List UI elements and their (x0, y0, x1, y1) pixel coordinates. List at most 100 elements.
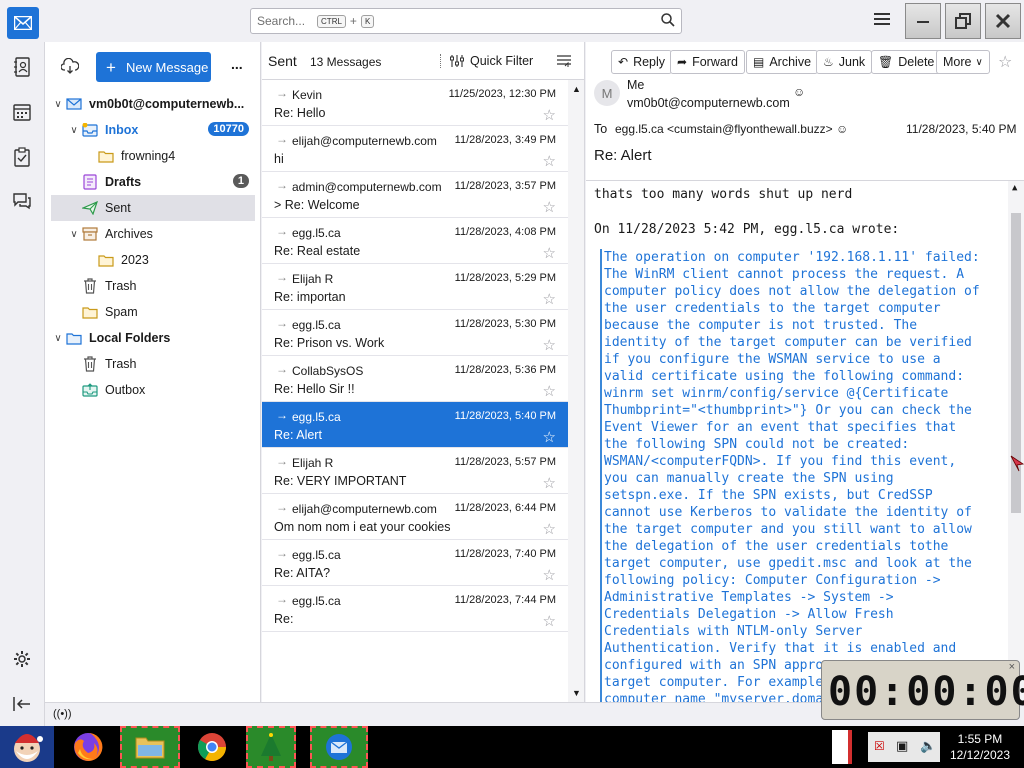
list-display-options-icon[interactable] (556, 54, 572, 71)
star-icon[interactable]: ☆ (543, 474, 556, 492)
tray-overflow-icon[interactable] (832, 730, 852, 764)
folder-trash[interactable]: Trash (51, 273, 255, 299)
timer-widget[interactable]: × 00:00:00 (821, 660, 1024, 720)
message-row[interactable]: → CollabSysOS 11/28/2023, 5:36 PM Re: Hello… (262, 356, 568, 402)
message-row[interactable]: → Elijah R 11/28/2023, 5:57 PM Re: VERY IMP… (262, 448, 568, 494)
christmas-tree-icon[interactable] (246, 726, 296, 768)
start-button[interactable] (0, 726, 54, 768)
star-icon[interactable]: ☆ (543, 244, 556, 262)
splitter-handle[interactable] (440, 54, 442, 68)
connection-status-icon[interactable]: ((•)) (53, 708, 72, 720)
message-row[interactable]: → egg.l5.ca 11/28/2023, 7:40 PM Re: AITA? ☆ (262, 540, 568, 586)
delete-button[interactable]: 🗑 Delete (871, 50, 942, 74)
star-icon[interactable]: ☆ (543, 152, 556, 170)
junk-flame-icon: ♨ (823, 55, 834, 69)
star-icon[interactable]: ☆ (543, 428, 556, 446)
settings-gear-icon[interactable] (10, 647, 34, 671)
message-sender: Kevin (292, 88, 323, 102)
get-messages-icon[interactable] (60, 57, 80, 77)
local-folders-row[interactable]: ∨ Local Folders (51, 325, 255, 351)
star-icon[interactable]: ☆ (543, 520, 556, 538)
minimize-button[interactable] (905, 3, 941, 39)
star-icon[interactable]: ☆ (998, 52, 1012, 72)
chat-icon[interactable] (10, 189, 34, 213)
thunderbird-taskbar-icon[interactable] (310, 726, 368, 768)
app-menu-icon[interactable] (874, 13, 890, 27)
junk-button[interactable]: ♨ Junk (816, 50, 873, 74)
star-icon[interactable]: ☆ (543, 290, 556, 308)
quick-filter-button[interactable]: Quick Filter (470, 54, 533, 68)
message-date: 11/28/2023, 5:40 PM (454, 410, 556, 422)
message-row[interactable]: → egg.l5.ca 11/28/2023, 7:44 PM Re: ☆ (262, 586, 568, 632)
folder-outbox[interactable]: Outbox (51, 377, 255, 403)
firefox-icon[interactable] (62, 726, 114, 768)
close-button[interactable] (985, 3, 1021, 39)
scroll-up-icon[interactable]: ▲ (572, 84, 581, 94)
chrome-icon[interactable] (186, 726, 238, 768)
search-icon[interactable] (661, 13, 675, 30)
message-row[interactable]: → Elijah R 11/28/2023, 5:29 PM Re: importan… (262, 264, 568, 310)
maximize-button[interactable] (945, 3, 981, 39)
message-row[interactable]: → elijah@computernewb.com 11/28/2023, 6:44… (262, 494, 568, 540)
message-row[interactable]: → Kevin 11/25/2023, 12:30 PM Re: Hello ☆ (262, 80, 568, 126)
message-row[interactable]: → egg.l5.ca 11/28/2023, 5:30 PM Re: Prison … (262, 310, 568, 356)
folder-pane-more-button[interactable]: ... (231, 56, 243, 72)
search-input[interactable]: Search... CTRL + K (250, 8, 682, 34)
message-subject: Re: Alert (274, 428, 322, 442)
message-row[interactable]: → egg.l5.ca 11/28/2023, 5:40 PM Re: Alert ☆ (262, 402, 568, 448)
chevron-down-icon[interactable]: ∨ (67, 125, 81, 136)
clock[interactable]: 1:55 PM 12/12/2023 (950, 731, 1010, 763)
message-body-scrollbar[interactable]: ▲ (1008, 181, 1024, 702)
folder-frowning4[interactable]: frowning4 (51, 143, 255, 169)
message-sender: elijah@computernewb.com (292, 134, 437, 148)
inbox-icon (81, 122, 99, 138)
account-row[interactable]: ∨ vm0b0t@computernewb... (51, 91, 255, 117)
message-body: thats too many words shut up nerd On 11/… (586, 180, 1024, 702)
file-explorer-icon[interactable] (120, 726, 180, 768)
chevron-down-icon[interactable]: ∨ (51, 99, 65, 110)
new-message-button[interactable]: + New Message (96, 52, 211, 82)
star-icon[interactable]: ☆ (543, 612, 556, 630)
folder-archives[interactable]: ∨ Archives (51, 221, 255, 247)
scroll-down-icon[interactable]: ▼ (572, 688, 581, 698)
folder-2023[interactable]: 2023 (51, 247, 255, 273)
mail-app-icon[interactable] (7, 7, 39, 39)
quote-header: On 11/28/2023 5:42 PM, egg.l5.ca wrote: (594, 222, 900, 237)
star-icon[interactable]: ☆ (543, 198, 556, 216)
contact-card-icon[interactable]: ☺ (836, 122, 848, 136)
archive-button[interactable]: ▤ Archive (746, 50, 819, 74)
quick-filter-icon[interactable] (450, 54, 464, 71)
star-icon[interactable]: ☆ (543, 336, 556, 354)
folder-spam[interactable]: Spam (51, 299, 255, 325)
collapse-sidebar-icon[interactable] (10, 692, 34, 716)
network-status-icon[interactable]: ☒ (874, 739, 885, 753)
forward-button[interactable]: ➦ Forward (670, 50, 745, 74)
from-address[interactable]: vm0b0t@computernewb.com (627, 96, 790, 110)
reply-button[interactable]: ↶ Reply (611, 50, 673, 74)
star-icon[interactable]: ☆ (543, 106, 556, 124)
chevron-down-icon[interactable]: ∨ (51, 333, 65, 344)
more-button[interactable]: More ∨ (936, 50, 990, 74)
folder-sent[interactable]: Sent (51, 195, 255, 221)
message-list-scrollbar[interactable]: ▲ ▼ (568, 80, 584, 702)
folder-inbox[interactable]: ∨ Inbox 10770 (51, 117, 255, 143)
system-tray: ☒ ▣ 🔈 (868, 732, 940, 762)
folder-drafts[interactable]: Drafts 1 (51, 169, 255, 195)
volume-icon[interactable]: 🔈 (920, 738, 936, 754)
star-icon[interactable]: ☆ (543, 382, 556, 400)
title-bar: Search... CTRL + K (0, 0, 1024, 42)
network-icon[interactable]: ▣ (896, 738, 908, 754)
message-row[interactable]: → egg.l5.ca 11/28/2023, 4:08 PM Re: Real es… (262, 218, 568, 264)
scroll-up-icon[interactable]: ▲ (1012, 183, 1017, 193)
address-book-icon[interactable] (10, 55, 34, 79)
folder-local-trash[interactable]: Trash (51, 351, 255, 377)
message-subject: Re: Hello (274, 106, 326, 120)
tasks-icon[interactable] (10, 145, 34, 169)
message-row[interactable]: → elijah@computernewb.com 11/28/2023, 3:49… (262, 126, 568, 172)
chevron-down-icon[interactable]: ∨ (67, 229, 81, 240)
message-row[interactable]: → admin@computernewb.com 11/28/2023, 3:57 … (262, 172, 568, 218)
star-icon[interactable]: ☆ (543, 566, 556, 584)
to-address[interactable]: egg.l5.ca <cumstain@flyonthewall.buzz> (615, 122, 833, 136)
calendar-icon[interactable] (10, 100, 34, 124)
contact-card-icon[interactable]: ☺ (793, 85, 805, 99)
